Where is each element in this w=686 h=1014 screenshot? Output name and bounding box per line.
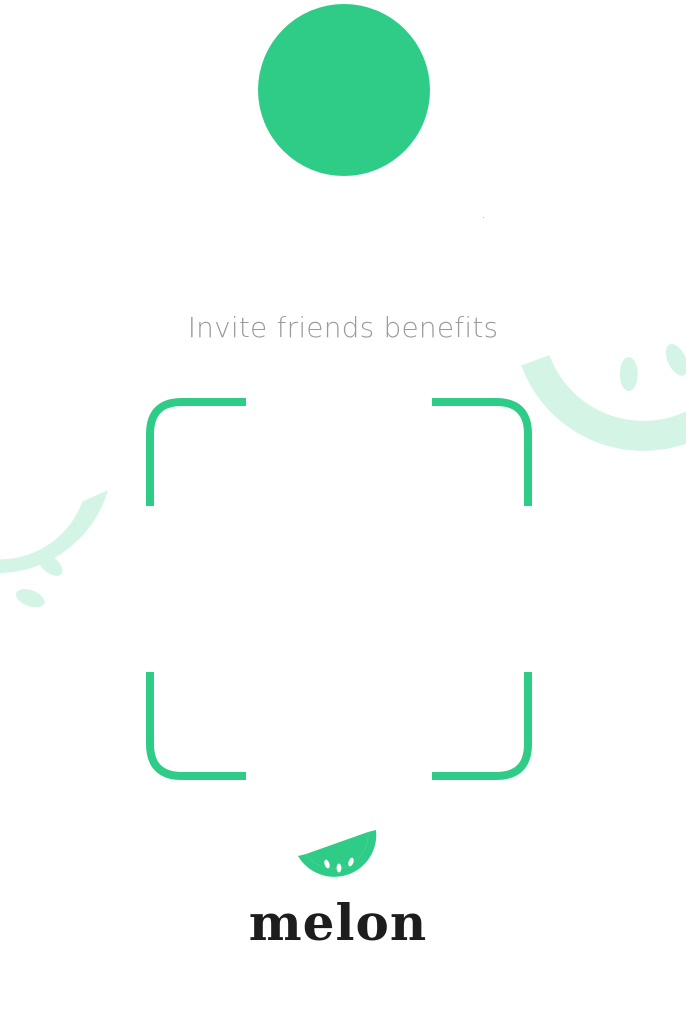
melon-slice-icon: [298, 830, 377, 877]
scan-corner-bottom-right: [432, 672, 532, 780]
scan-corner-top-right: [432, 398, 532, 506]
scan-corner-bottom-left: [146, 672, 246, 780]
brand-wordmark: melon: [248, 893, 428, 952]
scan-corner-top-left: [146, 398, 246, 506]
qr-scan-frame: [146, 398, 532, 780]
profile-avatar: [258, 4, 430, 176]
separator-dot: [483, 217, 484, 218]
page-title: Invite friends benefits: [187, 311, 499, 344]
melon-slice-decoration-icon: [0, 490, 108, 608]
invite-page: Invite friends benefits melon: [0, 0, 686, 1014]
melon-slice-decoration-icon: [521, 276, 686, 451]
